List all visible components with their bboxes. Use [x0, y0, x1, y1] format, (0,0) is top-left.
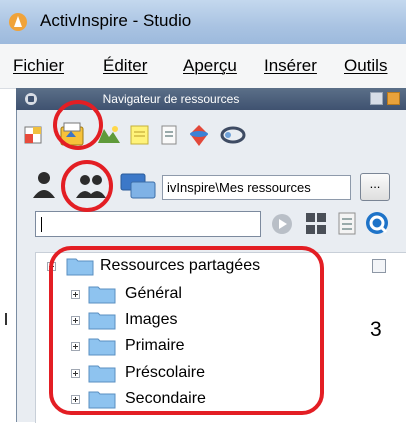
- notes-icon[interactable]: [128, 123, 152, 147]
- menu-editer[interactable]: Éditer: [103, 56, 147, 76]
- highlight-ring-shared-users: [61, 160, 113, 212]
- search-icon[interactable]: [364, 210, 392, 238]
- list-view-icon[interactable]: [336, 211, 358, 237]
- browse-button[interactable]: ...: [360, 173, 390, 201]
- window-title: ActivInspire - Studio: [40, 11, 192, 30]
- play-search-icon[interactable]: [270, 212, 294, 236]
- menu-apercu[interactable]: Aperçu: [183, 56, 237, 76]
- menu-bar: Fichier Éditer Aperçu Insérer Outils: [0, 44, 406, 89]
- menu-outils[interactable]: Outils: [344, 56, 387, 76]
- highlight-ring-shared-resources: [53, 100, 103, 150]
- annotation-pointer: [5, 313, 7, 325]
- text-caret: [41, 217, 42, 232]
- float-icon[interactable]: [387, 92, 400, 105]
- menu-fichier[interactable]: Fichier: [13, 56, 64, 76]
- annotation-number: 3: [370, 318, 382, 341]
- activinspire-app-icon[interactable]: [8, 12, 28, 32]
- search-input[interactable]: [35, 211, 261, 237]
- menu-inserer[interactable]: Insérer: [264, 56, 317, 76]
- spinning-top-icon[interactable]: [186, 121, 212, 149]
- single-user-icon[interactable]: [31, 170, 57, 200]
- my-resources-icon[interactable]: [22, 123, 46, 147]
- network-computer-icon[interactable]: [119, 172, 159, 202]
- pin-icon[interactable]: [370, 92, 383, 105]
- flipchart-icon[interactable]: [218, 123, 248, 147]
- title-bar: ActivInspire - Studio: [0, 0, 406, 45]
- highlight-ring-shared-tree: [49, 246, 324, 415]
- tree-menu-icon[interactable]: [372, 259, 386, 273]
- document-icon[interactable]: [158, 123, 180, 147]
- thumbnail-view-icon[interactable]: [304, 211, 328, 237]
- resource-path-input[interactable]: ivInspire\Mes ressources: [162, 175, 351, 200]
